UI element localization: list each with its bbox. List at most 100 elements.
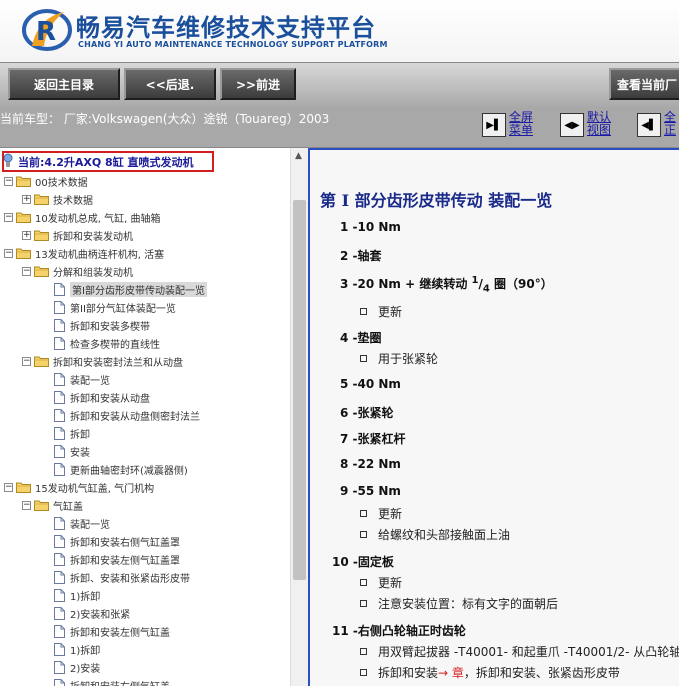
tree-node-label[interactable]: 拆卸和安装右侧气缸盖罩 — [70, 534, 180, 549]
collapse-icon[interactable]: − — [4, 176, 13, 186]
tree-page-node[interactable]: 1)拆卸 — [54, 640, 100, 658]
tree-page-node[interactable]: 拆卸 — [54, 424, 90, 442]
folder-icon — [34, 229, 53, 241]
tree-node-label[interactable]: 分解和组装发动机 — [53, 264, 133, 279]
collapse-icon[interactable]: − — [22, 356, 31, 366]
tree-node-label[interactable]: 拆卸和安装右侧气缸盖 — [70, 678, 170, 686]
tree-folder-node[interactable]: − 气缸盖 — [22, 496, 83, 514]
content-sub-item: 用双臂起拔器 -T40001- 和起重爪 -T40001/2- 从凸轮轴 — [360, 643, 679, 660]
tree-page-node[interactable]: 第I部分齿形皮带传动装配一览 — [54, 280, 207, 298]
default-view-link[interactable]: 默认 视图 — [587, 111, 611, 137]
tree-folder-node[interactable]: − 10发动机总成, 气缸, 曲轴箱 — [4, 208, 160, 226]
vehicle-info-bar: 当前车型： 厂家:Volkswagen(大众）途锐（Touareg）2003 ▶… — [0, 108, 679, 148]
tree-node-label[interactable]: 拆卸和安装发动机 — [53, 228, 133, 243]
folder-icon — [16, 481, 35, 493]
tree-folder-node[interactable]: − 00技术数据 — [4, 172, 88, 190]
tree-node-label[interactable]: 1)拆卸 — [70, 642, 100, 657]
back-button[interactable]: <<后退. — [124, 68, 216, 100]
tree-page-node[interactable]: 拆卸和安装右侧气缸盖罩 — [54, 532, 180, 550]
tree-node-label[interactable]: 拆卸和安装密封法兰和从动盘 — [53, 354, 183, 369]
tree-page-node[interactable]: 更新曲轴密封环(减震器侧) — [54, 460, 188, 478]
tree-node-label[interactable]: 拆卸和安装从动盘侧密封法兰 — [70, 408, 200, 423]
tree-page-node[interactable]: 拆卸和安装多楔带 — [54, 316, 150, 334]
tree-node-label[interactable]: 2)安装和张紧 — [70, 606, 130, 621]
tree-page-node[interactable]: 拆卸和安装从动盘侧密封法兰 — [54, 406, 200, 424]
tree-page-node[interactable]: 2)安装和张紧 — [54, 604, 130, 622]
site-title: 畅易汽车维修技术支持平台 — [76, 14, 376, 42]
tree-node-label[interactable]: 更新曲轴密封环(减震器侧) — [70, 462, 188, 477]
tree-page-node[interactable]: 拆卸、安装和张紧齿形皮带 — [54, 568, 190, 586]
tree-node-label[interactable]: 2)安装 — [70, 660, 100, 675]
tree-node-label[interactable]: 气缸盖 — [53, 498, 83, 513]
scroll-thumb[interactable] — [293, 200, 306, 580]
expand-icon[interactable]: + — [22, 230, 31, 240]
tree-page-node[interactable]: 第II部分气缸体装配一览 — [54, 298, 176, 316]
tree-page-node[interactable]: 拆卸和安装从动盘 — [54, 388, 150, 406]
folder-icon — [34, 355, 53, 367]
tree-page-node[interactable]: 1)拆卸 — [54, 586, 100, 604]
tree-node-label[interactable]: 拆卸和安装左侧气缸盖罩 — [70, 552, 180, 567]
tree-node-label[interactable]: 拆卸和安装多楔带 — [70, 318, 150, 333]
collapse-icon[interactable]: − — [4, 248, 13, 258]
collapse-icon[interactable]: − — [22, 266, 31, 276]
tree-page-node[interactable]: 安装 — [54, 442, 90, 460]
expand-icon[interactable]: + — [22, 194, 31, 204]
tree-node-label[interactable]: 拆卸和安装从动盘 — [70, 390, 150, 405]
sub-item-text: 更新 — [378, 305, 403, 319]
full-content-button[interactable]: ◀▌ 全 正 — [637, 111, 676, 137]
tree-page-node[interactable]: 拆卸和安装左侧气缸盖罩 — [54, 550, 180, 568]
fraction-denominator: 4 — [482, 283, 490, 295]
tree-node-label[interactable]: 第I部分齿形皮带传动装配一览 — [70, 281, 207, 297]
tree-page-node[interactable]: 拆卸和安装左侧气缸盖 — [54, 622, 170, 640]
forward-button[interactable]: >>前进 — [220, 68, 296, 100]
tree-node-label[interactable]: 拆卸 — [70, 426, 90, 441]
tree-folder-node[interactable]: − 15发动机气缸盖, 气门机构 — [4, 478, 154, 496]
item-text: 20 Nm + 继续转动 — [357, 277, 472, 291]
tree-node-label[interactable]: 13发动机曲柄连杆机构, 活塞 — [35, 246, 164, 261]
tree-page-node[interactable]: 拆卸和安装右侧气缸盖 — [54, 676, 170, 686]
tree-folder-node[interactable]: + 拆卸和安装发动机 — [22, 226, 133, 244]
full-content-link[interactable]: 全 正 — [664, 111, 676, 137]
tree-scrollbar[interactable]: ▲ — [290, 148, 308, 686]
default-view-button[interactable]: ◀▶ 默认 视图 — [560, 111, 611, 137]
tree-folder-node[interactable]: − 拆卸和安装密封法兰和从动盘 — [22, 352, 183, 370]
chapter-link[interactable]: → 章 — [438, 664, 464, 681]
fullscreen-menu-button[interactable]: ▶▌ 全屏 菜单 — [482, 111, 533, 137]
collapse-icon[interactable]: − — [4, 212, 13, 222]
scroll-up-arrow-icon[interactable]: ▲ — [295, 151, 302, 161]
content-item: 10 - 固定板 — [332, 553, 394, 570]
item-number: 1 - — [340, 220, 358, 234]
tree-node-label[interactable]: 1)拆卸 — [70, 588, 100, 603]
bullet-icon — [360, 531, 367, 538]
tree-node-label[interactable]: 装配一览 — [70, 372, 110, 387]
tree-folder-node[interactable]: − 分解和组装发动机 — [22, 262, 133, 280]
tree-node-label[interactable]: 00技术数据 — [35, 174, 88, 189]
tree-folder-node[interactable]: + 技术数据 — [22, 190, 93, 208]
tree-page-node[interactable]: 装配一览 — [54, 370, 110, 388]
fullscreen-menu-link[interactable]: 全屏 菜单 — [509, 111, 533, 137]
tree-page-node[interactable]: 装配一览 — [54, 514, 110, 532]
tree-node-label[interactable]: 拆卸、安装和张紧齿形皮带 — [70, 570, 190, 585]
tree-folder-node[interactable]: − 13发动机曲柄连杆机构, 活塞 — [4, 244, 164, 262]
item-number: 11 - — [332, 624, 358, 638]
tree-page-node[interactable]: 2)安装 — [54, 658, 100, 676]
tree-node-label[interactable]: 技术数据 — [53, 192, 93, 207]
tree-node-label[interactable]: 检查多楔带的直线性 — [70, 336, 160, 351]
view-current-button[interactable]: 查看当前厂 — [609, 68, 679, 100]
tree-node-label[interactable]: 拆卸和安装左侧气缸盖 — [70, 624, 170, 639]
tree-node-label[interactable]: 15发动机气缸盖, 气门机构 — [35, 480, 154, 495]
collapse-icon[interactable]: − — [4, 482, 13, 492]
bullet-icon — [360, 308, 367, 315]
document-icon — [54, 678, 70, 686]
content-sub-item: 用于张紧轮 — [360, 350, 438, 367]
tree-node-label[interactable]: 装配一览 — [70, 516, 110, 531]
tree-node-label[interactable]: 第II部分气缸体装配一览 — [70, 300, 176, 315]
item-number: 10 - — [332, 555, 358, 569]
document-icon — [54, 570, 70, 584]
tree-node-label[interactable]: 安装 — [70, 444, 90, 459]
home-button[interactable]: 返回主目录 — [8, 68, 120, 100]
content-item: 6 - 张紧轮 — [340, 404, 394, 421]
tree-page-node[interactable]: 检查多楔带的直线性 — [54, 334, 160, 352]
collapse-icon[interactable]: − — [22, 500, 31, 510]
tree-node-label[interactable]: 10发动机总成, 气缸, 曲轴箱 — [35, 210, 160, 225]
